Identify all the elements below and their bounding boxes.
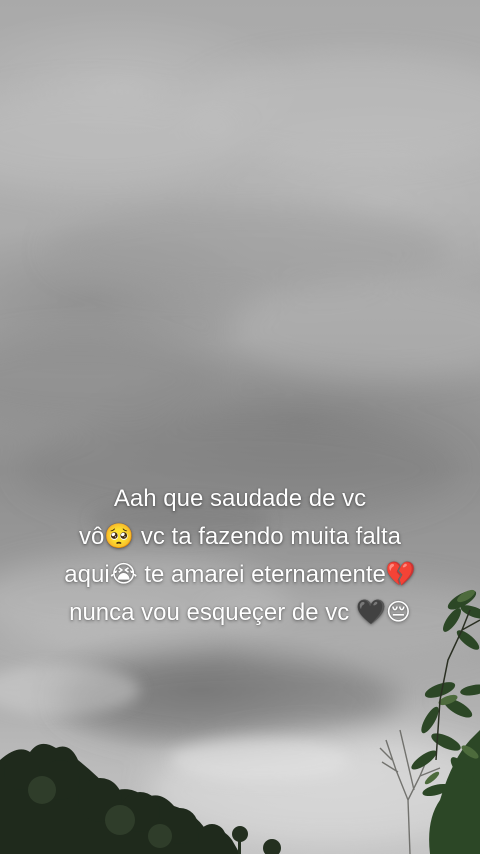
trees-silhouette: [0, 589, 480, 854]
caption-line: nunca vou esqueçer de vc 🖤😔: [69, 599, 411, 626]
caption-line: vô🥺 vc ta fazendo muita falta: [78, 523, 402, 550]
caption-line: aqui😭 te amarei eternamente💔: [64, 561, 416, 588]
caption-line: Aah que saudade de vc: [113, 485, 367, 512]
background-photo: Aah que saudade de vc vô🥺 vc ta fazendo …: [0, 0, 480, 854]
overlay-caption: Aah que saudade de vc vô🥺 vc ta fazendo …: [0, 480, 480, 632]
